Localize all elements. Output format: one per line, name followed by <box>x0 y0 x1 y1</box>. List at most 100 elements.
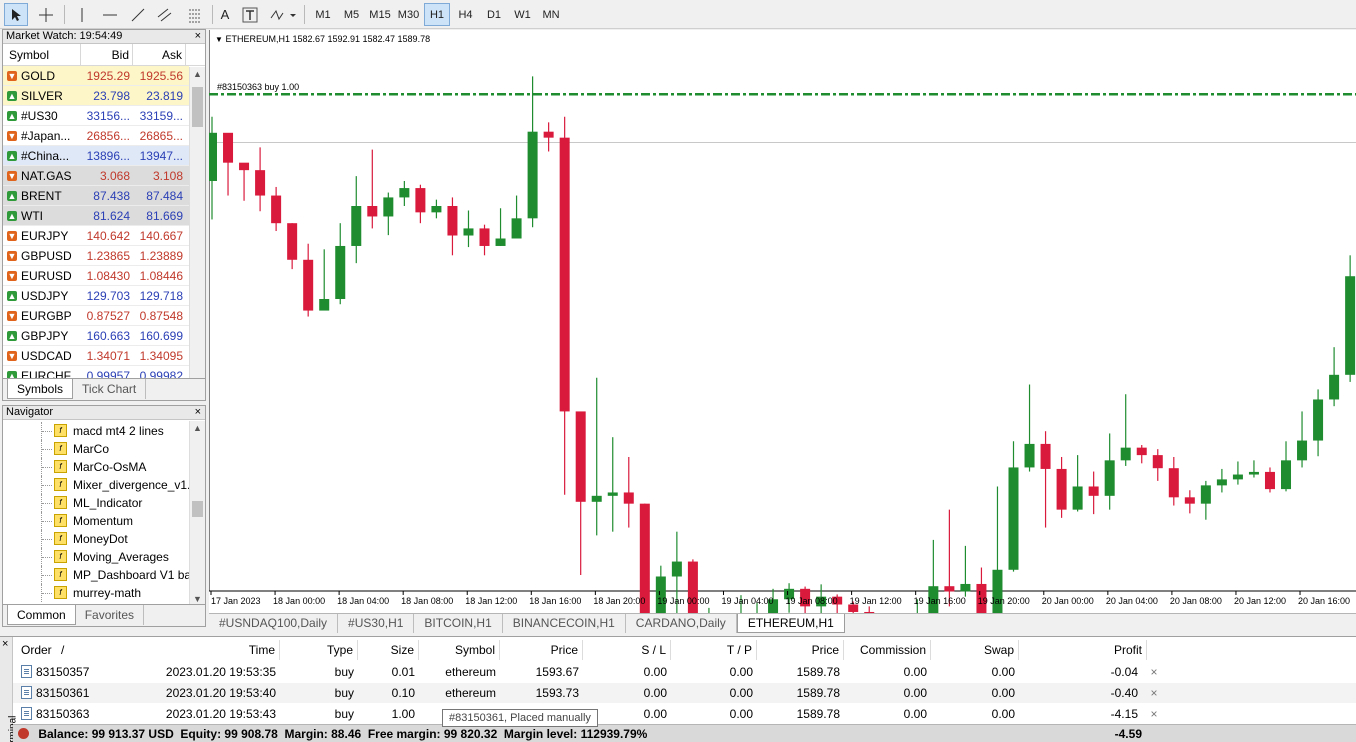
candle[interactable] <box>1232 461 1243 485</box>
fibonacci-icon[interactable] <box>183 3 207 26</box>
timeframe-d1[interactable]: D1 <box>481 3 507 26</box>
market-watch-row[interactable]: ▲ SILVER 23.798 23.819 <box>3 86 189 106</box>
candle[interactable] <box>864 606 875 613</box>
navigator-indicator-item[interactable]: f murrey-math <box>3 584 189 602</box>
navigator-indicator-item[interactable]: f MP_Dashboard V1 ba <box>3 566 189 584</box>
column-header-ask[interactable]: Ask <box>133 44 186 65</box>
tab-common[interactable]: Common <box>7 605 76 625</box>
candle[interactable] <box>383 192 394 236</box>
candle[interactable] <box>623 456 634 528</box>
candle[interactable] <box>287 223 298 270</box>
market-watch-row[interactable]: ▼ NAT.GAS 3.068 3.108 <box>3 166 189 186</box>
candle[interactable] <box>463 210 474 248</box>
candle[interactable] <box>447 197 458 256</box>
candle[interactable] <box>1008 441 1019 572</box>
candle[interactable] <box>1216 468 1227 493</box>
candlestick-chart[interactable]: #83150363 buy 1.00 17 Jan 2023 18 Jan 00:0… <box>209 30 1356 613</box>
candle[interactable] <box>1248 460 1259 478</box>
market-watch-row[interactable]: ▲ EURCHF 0.99957 0.99982 <box>3 366 189 378</box>
candle[interactable] <box>1297 411 1308 468</box>
chart-window[interactable]: #83150363 buy 1.00 17 Jan 2023 18 Jan 00:0… <box>209 30 1356 613</box>
market-watch-row[interactable]: ▲ BRENT 87.438 87.484 <box>3 186 189 206</box>
market-watch-row[interactable]: ▼ #Japan... 26856... 26865... <box>3 126 189 146</box>
candle[interactable] <box>223 132 234 196</box>
candle[interactable] <box>1120 394 1131 466</box>
candle[interactable] <box>351 176 362 264</box>
timeframe-h1[interactable]: H1 <box>424 3 450 26</box>
chart-tab[interactable]: #US30,H1 <box>338 614 415 633</box>
column-header[interactable]: Swap <box>935 640 1019 660</box>
horizontal-line-icon[interactable] <box>98 3 122 26</box>
candle[interactable] <box>271 186 282 232</box>
market-watch-row[interactable]: ▲ GBPJPY 160.663 160.699 <box>3 326 189 346</box>
timeframe-mn[interactable]: MN <box>538 3 564 26</box>
navigator-indicator-item[interactable]: f Mixer_divergence_v1. <box>3 476 189 494</box>
candle[interactable] <box>479 224 490 256</box>
trendline-icon[interactable] <box>127 3 149 26</box>
tab-symbols[interactable]: Symbols <box>7 379 74 399</box>
chart-tab[interactable]: BITCOIN,H1 <box>414 614 503 633</box>
candle[interactable] <box>559 116 570 495</box>
market-watch-row[interactable]: ▼ GOLD 1925.29 1925.56 <box>3 66 189 86</box>
candle[interactable] <box>1072 455 1083 512</box>
candle[interactable] <box>399 180 410 207</box>
candle[interactable] <box>1313 389 1324 457</box>
navigator-indicator-item[interactable]: f MarCo-OsMA <box>3 458 189 476</box>
column-header[interactable]: Price <box>761 640 844 660</box>
close-order-icon[interactable]: × <box>1147 662 1161 682</box>
navigator-scrollbar[interactable]: ▲ ▼ <box>189 421 205 606</box>
chart-tab[interactable]: #USNDAQ100,Daily <box>209 614 339 633</box>
candle[interactable] <box>575 411 586 575</box>
timeframe-w1[interactable]: W1 <box>510 3 536 26</box>
column-header-symbol[interactable]: Symbol <box>3 44 81 65</box>
candle[interactable] <box>1040 431 1051 528</box>
candle[interactable] <box>1184 490 1195 514</box>
candle[interactable] <box>1024 384 1035 472</box>
navigator-indicator-item[interactable]: f ML_Indicator <box>3 494 189 512</box>
candle[interactable] <box>1136 445 1147 464</box>
column-header[interactable]: Type <box>283 640 358 660</box>
order-row[interactable]: 831503632023.01.20 19:53:43buy1.00ethere… <box>13 704 1356 724</box>
market-watch-row[interactable]: ▼ GBPUSD 1.23865 1.23889 <box>3 246 189 266</box>
navigator-indicator-item[interactable]: f Moving_Averages <box>3 548 189 566</box>
candle[interactable] <box>1264 467 1275 493</box>
candle[interactable] <box>495 208 506 246</box>
chart-tab[interactable]: ETHEREUM,H1 <box>736 614 845 633</box>
market-watch-row[interactable]: ▲ USDJPY 129.703 129.718 <box>3 286 189 306</box>
candle[interactable] <box>1152 449 1163 481</box>
scroll-thumb[interactable] <box>192 501 203 517</box>
candle[interactable] <box>1345 255 1356 382</box>
cursor-icon[interactable] <box>4 3 28 26</box>
candle[interactable] <box>960 545 971 597</box>
candle[interactable] <box>527 76 538 228</box>
close-icon[interactable]: × <box>2 638 8 650</box>
column-header[interactable]: Symbol <box>425 640 500 660</box>
vertical-line-icon[interactable] <box>72 3 92 26</box>
candle[interactable] <box>255 147 266 212</box>
equidistant-channel-icon[interactable] <box>153 3 177 26</box>
candle[interactable] <box>1088 471 1099 515</box>
order-row[interactable]: 83150357 2023.01.20 19:53:35 buy 0.01 ethere… <box>13 662 1356 682</box>
market-watch-row[interactable]: ▼ EURGBP 0.87527 0.87548 <box>3 306 189 326</box>
navigator-indicator-item[interactable]: f Momentum <box>3 512 189 530</box>
navigator-indicator-item[interactable]: f MarCo <box>3 440 189 458</box>
candle[interactable] <box>367 149 378 229</box>
scroll-thumb[interactable] <box>192 87 203 127</box>
market-watch-row[interactable]: ▼ EURUSD 1.08430 1.08446 <box>3 266 189 286</box>
candle[interactable] <box>543 122 554 152</box>
candle[interactable] <box>1329 347 1340 407</box>
tab-favorites[interactable]: Favorites <box>76 605 145 625</box>
column-header[interactable]: Size <box>361 640 419 660</box>
market-watch-row[interactable]: ▲ WTI 81.624 81.669 <box>3 206 189 226</box>
candle[interactable] <box>591 377 602 536</box>
column-header[interactable]: Commission <box>848 640 931 660</box>
candle[interactable] <box>303 243 314 317</box>
column-header[interactable]: / <box>61 640 81 660</box>
candle[interactable] <box>415 184 426 224</box>
close-order-icon[interactable]: × <box>1147 704 1161 724</box>
market-watch-row[interactable]: ▲ #US30 33156... 33159... <box>3 106 189 126</box>
market-watch-row[interactable]: ▼ EURJPY 140.642 140.667 <box>3 226 189 246</box>
crosshair-icon[interactable] <box>34 3 58 26</box>
timeframe-m5[interactable]: M5 <box>339 3 365 26</box>
candle[interactable] <box>335 223 346 305</box>
